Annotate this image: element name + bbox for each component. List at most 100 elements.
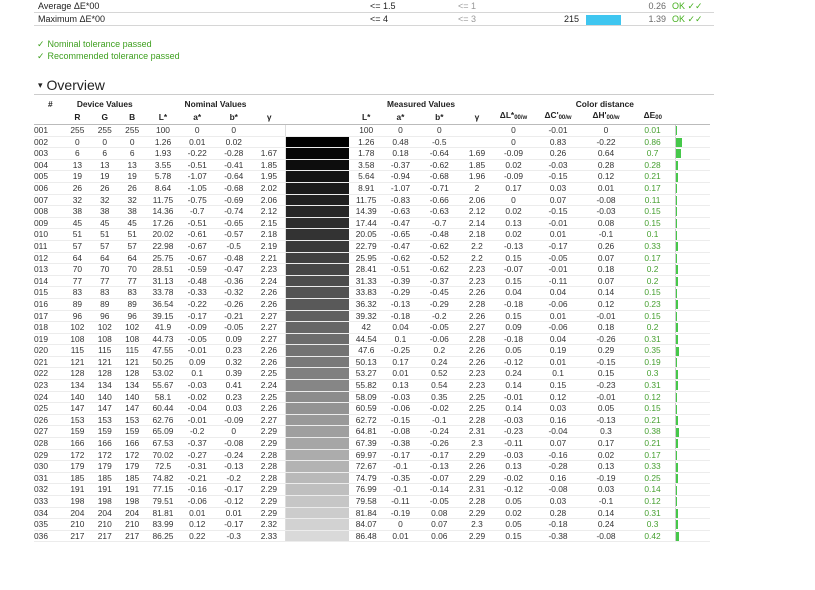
cell-b: 121 [118, 356, 146, 369]
cell-measured-a: -0.38 [383, 437, 418, 450]
table-row: 002 0 0 0 1.26 0.01 0.02 1.26 0.48 -0.5 0 0.83 -0.22… [34, 136, 710, 149]
cell-nominal-a: -0.7 [180, 205, 215, 218]
cell-nominal-gamma: 2.27 [253, 333, 286, 346]
cell-measured-l: 86.48 [349, 530, 384, 543]
cell-nominal-a: -0.67 [180, 252, 215, 265]
color-distance-header: Color distance [575, 99, 634, 109]
cell-measured-a: 0.04 [383, 321, 418, 334]
cell-delta-h: 0.3 [582, 425, 630, 439]
cell-measured-a: -0.39 [383, 275, 418, 288]
cell-nominal-l: 62.76 [145, 414, 181, 427]
cell-delta-e: 0.15 [629, 402, 676, 415]
cell-measured-gamma: 1.69 [460, 147, 493, 160]
cell-delta-h: -0.01 [582, 310, 630, 323]
cell-delta-e: 0.17 [629, 182, 676, 195]
cell-measured-a: -0.51 [383, 263, 418, 276]
cell-delta-l: -0.13 [492, 240, 535, 253]
b-header: B [118, 110, 146, 125]
cell-index: 002 [34, 136, 64, 149]
tolerance-message-text: Recommended tolerance passed [47, 51, 180, 61]
cell-measured-l: 53.27 [349, 367, 384, 381]
cell-measured-l: 5.64 [349, 170, 384, 183]
cell-nominal-a: 0.22 [180, 530, 215, 543]
cell-nominal-b: 0.23 [214, 344, 254, 357]
cell-measured-l: 1.78 [349, 147, 384, 160]
overview-divider [34, 94, 714, 95]
cell-measured-a: -0.06 [383, 402, 418, 415]
cell-nominal-gamma: 2.21 [253, 252, 286, 265]
cell-measured-l: 25.95 [349, 252, 384, 265]
collapse-triangle-icon[interactable]: ▾ [38, 80, 43, 90]
cell-measured-b: -0.5 [417, 136, 461, 149]
delta-e-bar-fill [676, 416, 678, 425]
delta-e-bar [675, 136, 710, 149]
cell-nominal-b: -0.05 [214, 321, 254, 334]
cell-g: 121 [91, 356, 119, 369]
cell-delta-h: 0.05 [582, 402, 630, 415]
table-row: 003 6 6 6 1.93 -0.22 -0.28 1.67 1.78 0.18 -0.64 1.6… [34, 147, 710, 160]
cell-measured-gamma: 2.28 [460, 333, 493, 346]
overview-title: Overview [46, 77, 105, 93]
cell-delta-c: 0.03 [534, 402, 583, 415]
cell-r: 26 [63, 182, 92, 195]
table-row: 020 115 115 115 47.55 -0.01 0.23 2.26 47.6 -0.25 0… [34, 344, 710, 357]
color-swatch [284, 414, 350, 427]
delta-e-bar [675, 240, 710, 253]
tolerance-message: ✓ Recommended tolerance passed [37, 50, 180, 62]
cell-index: 006 [34, 182, 64, 195]
cell-g: 204 [91, 507, 119, 520]
cell-measured-b: -0.05 [417, 321, 461, 334]
cell-measured-gamma: 2.23 [460, 275, 493, 288]
table-row: 026 153 153 153 62.76 -0.01 -0.09 2.27 62.72 -0.1… [34, 414, 710, 427]
cell-measured-gamma: 2.25 [460, 391, 493, 404]
cell-measured-a: 0.18 [383, 147, 418, 160]
overview-section-header[interactable]: ▾ Overview [38, 77, 105, 93]
cell-measured-a: -0.08 [383, 425, 418, 439]
cell-r: 166 [63, 437, 92, 450]
cell-g: 96 [91, 310, 119, 323]
cell-nominal-b: -0.17 [214, 518, 254, 531]
delta-e-bar-fill [676, 381, 679, 391]
cell-measured-l: 69.97 [349, 449, 384, 462]
cell-measured-a: -0.37 [383, 159, 418, 172]
cell-r: 102 [63, 321, 92, 334]
cell-nominal-l: 67.53 [145, 437, 181, 450]
cell-nominal-gamma: 2.27 [253, 310, 286, 323]
cell-delta-l: -0.07 [492, 263, 535, 276]
cell-b: 102 [118, 321, 146, 334]
cell-index: 010 [34, 228, 64, 241]
cell-measured-b: 0.07 [417, 518, 461, 531]
cell-delta-e: 0.15 [629, 286, 676, 299]
cell-measured-gamma: 1.85 [460, 159, 493, 172]
summary-status: OK ✓✓ [672, 1, 703, 11]
cell-delta-l: 0.14 [492, 402, 535, 415]
delta-e-bar-fill [676, 242, 679, 252]
cell-nominal-l: 58.1 [145, 391, 181, 404]
table-row: 021 121 121 121 50.25 0.09 0.32 2.26 50.13 0.17 0.… [34, 356, 710, 369]
cell-nominal-a: -0.59 [180, 263, 215, 276]
cell-index: 025 [34, 402, 64, 415]
cell-index: 003 [34, 147, 64, 160]
delta-e-bar [675, 194, 710, 207]
cell-r: 198 [63, 495, 92, 508]
cell-delta-l: 0 [492, 136, 535, 149]
cell-measured-l: 20.05 [349, 228, 384, 241]
cell-index: 023 [34, 379, 64, 392]
color-swatch [284, 367, 350, 381]
delta-e-bar [675, 321, 710, 334]
delta-e-bar [675, 310, 710, 323]
table-row: 036 217 217 217 86.25 0.22 -0.3 2.33 86.48 0.01 0.… [34, 530, 710, 543]
table-row: 031 185 185 185 74.82 -0.21 -0.2 2.28 74.79 -0.35… [34, 472, 710, 485]
cell-delta-c: 0.04 [534, 286, 583, 299]
summary-status: OK ✓✓ [672, 14, 703, 24]
cell-delta-l: -0.09 [492, 170, 535, 183]
cell-measured-l: 22.79 [349, 240, 384, 253]
cell-r: 108 [63, 333, 92, 346]
cell-measured-b: -0.66 [417, 194, 461, 207]
cell-index: 012 [34, 252, 64, 265]
cell-measured-b: -0.07 [417, 472, 461, 485]
cell-delta-h: 0.24 [582, 518, 630, 531]
delta-e-bar [675, 333, 710, 346]
cell-nominal-l: 70.02 [145, 449, 181, 462]
cell-measured-gamma: 2.23 [460, 379, 493, 392]
